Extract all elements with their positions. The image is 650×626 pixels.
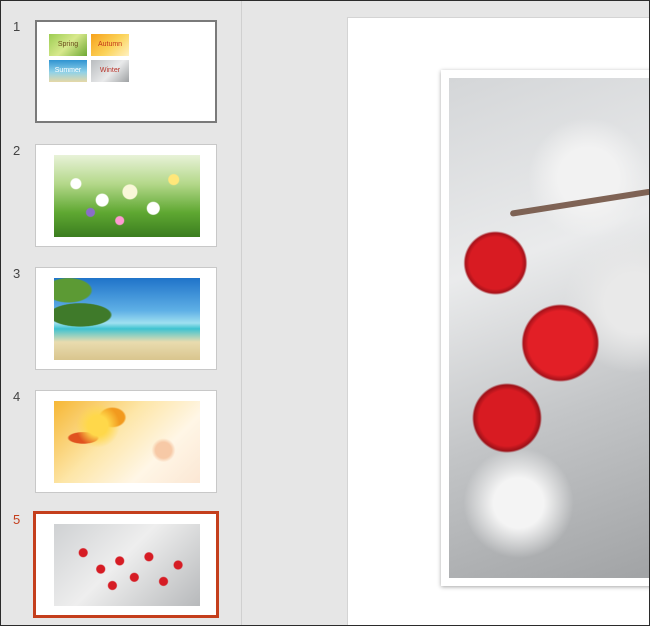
slide-number-selected: 5 — [13, 512, 21, 527]
slide-thumbnail-3[interactable] — [35, 267, 217, 370]
slide-thumbnail-2[interactable] — [35, 144, 217, 247]
slide-number: 3 — [13, 266, 21, 281]
slide-thumbnail-5[interactable] — [33, 511, 219, 618]
slide-number: 1 — [13, 19, 21, 34]
spring-tile: Spring — [49, 34, 87, 56]
branch-decoration — [509, 181, 649, 217]
autumn-leaves-image — [54, 401, 200, 483]
frosted-berries-image — [449, 78, 649, 578]
slide-number: 4 — [13, 389, 21, 404]
slide-number: 2 — [13, 143, 21, 158]
slide-thumbnail-4[interactable] — [35, 390, 217, 493]
presentation-window: 1 Spring Autumn Summer Winter 2 3 4 5 — [0, 0, 650, 626]
slide-thumbnail-pane[interactable]: 1 Spring Autumn Summer Winter 2 3 4 5 — [1, 1, 242, 625]
picture-placeholder[interactable] — [441, 70, 649, 586]
slide-editing-area[interactable] — [242, 1, 649, 625]
winter-tile: Winter — [91, 60, 129, 82]
summer-tile: Summer — [49, 60, 87, 82]
tropical-beach-image — [54, 278, 200, 360]
slide-thumbnail-1[interactable]: Spring Autumn Summer Winter — [35, 20, 217, 123]
autumn-tile: Autumn — [91, 34, 129, 56]
winter-berries-image — [54, 524, 200, 606]
spring-flowers-image — [54, 155, 200, 237]
